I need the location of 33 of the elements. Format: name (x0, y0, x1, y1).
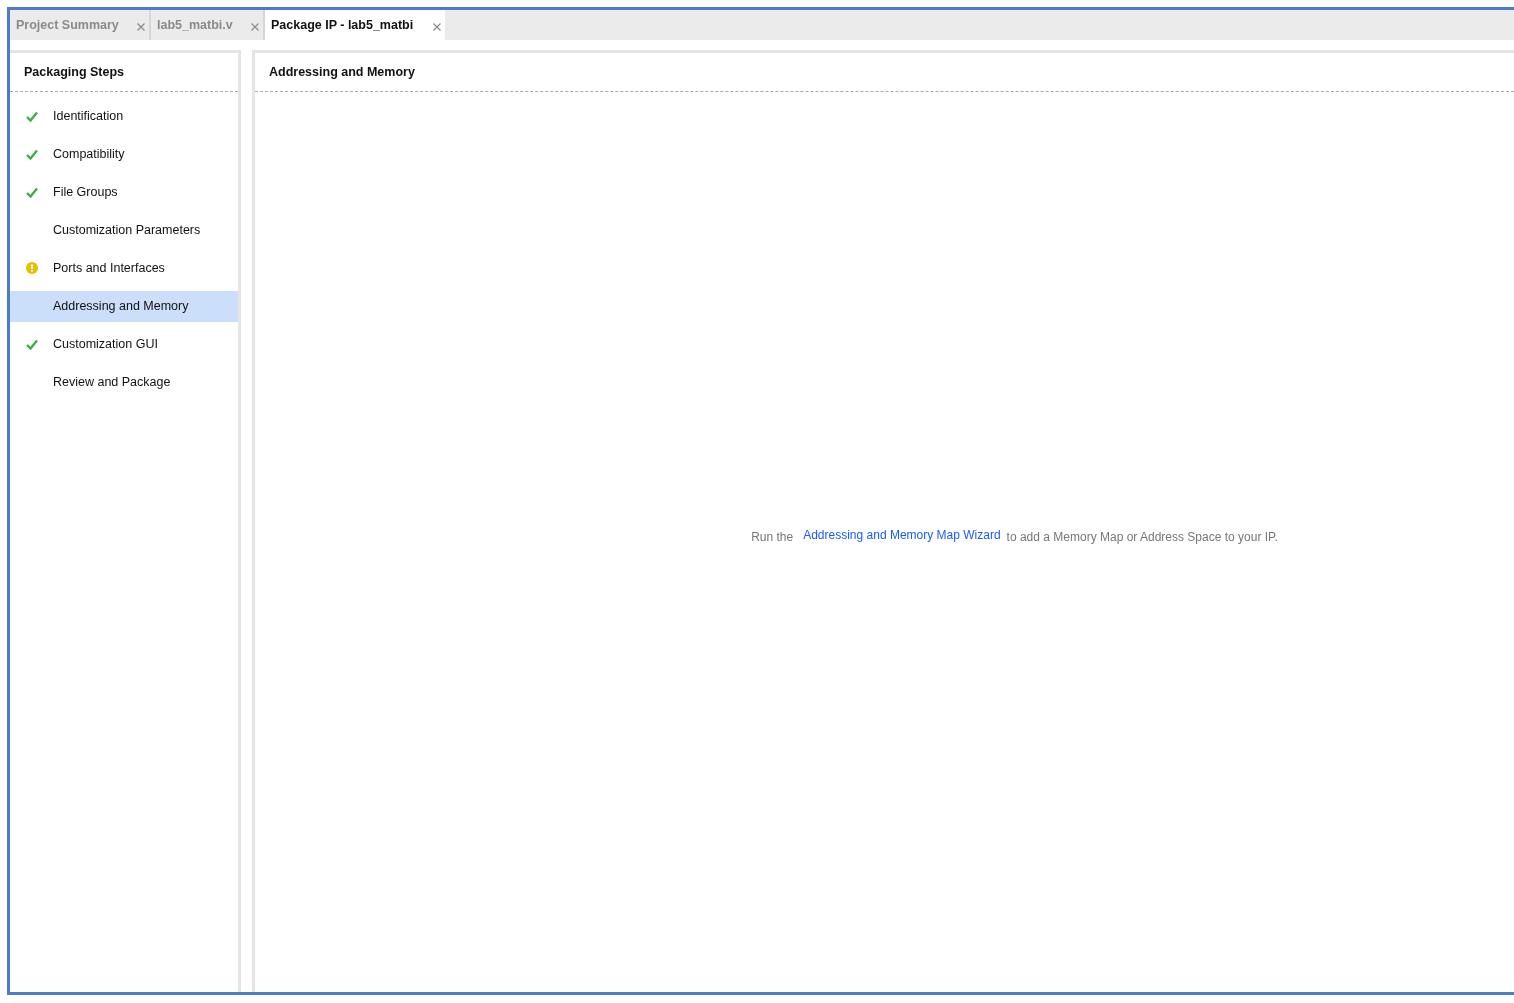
step-label: Identification (53, 107, 124, 125)
tab-label: Project Summary (16, 16, 119, 34)
step-item[interactable]: File Groups (10, 176, 238, 208)
tab-label: Package IP - lab5_matbi (271, 16, 414, 34)
close-icon[interactable] (433, 23, 441, 31)
step-label: Customization GUI (53, 335, 158, 353)
step-item[interactable]: Review and Package (10, 366, 238, 398)
check-icon (26, 148, 38, 160)
step-item[interactable]: Identification (10, 100, 238, 132)
step-item[interactable]: Addressing and Memory (10, 290, 238, 322)
message-text: Run the (751, 529, 794, 546)
step-label: Customization Parameters (53, 221, 201, 239)
check-icon (26, 186, 38, 198)
wizard-link[interactable]: Addressing and Memory Map Wizard (803, 526, 1001, 544)
step-label: Ports and Interfaces (53, 259, 165, 277)
check-icon (26, 110, 38, 122)
step-item[interactable]: Compatibility (10, 138, 238, 170)
warning-icon (26, 262, 38, 274)
tab-label: lab5_matbi.v (157, 16, 233, 34)
check-icon (26, 338, 38, 350)
step-label: File Groups (53, 183, 118, 201)
editor-tab[interactable]: Package IP - lab5_matbi (265, 10, 445, 40)
step-label: Compatibility (53, 145, 125, 163)
step-label: Review and Package (53, 373, 171, 391)
panel-title: Addressing and Memory (269, 63, 415, 81)
message-text: to add a Memory Map or Address Space to your IP. (1006, 529, 1278, 546)
step-label: Addressing and Memory (53, 297, 189, 315)
step-item[interactable]: Customization GUI (10, 328, 238, 360)
step-item[interactable]: Ports and Interfaces (10, 252, 238, 284)
close-icon[interactable] (137, 23, 145, 31)
close-icon[interactable] (251, 23, 259, 31)
step-item[interactable]: Customization Parameters (10, 214, 238, 246)
panel-title: Packaging Steps (24, 63, 125, 81)
